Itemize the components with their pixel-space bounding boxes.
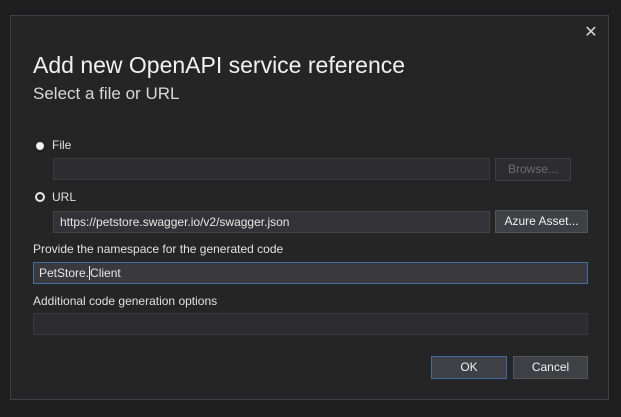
namespace-input[interactable]: PetStore.Client xyxy=(33,262,588,284)
dialog-title: Add new OpenAPI service reference xyxy=(33,52,406,78)
file-radio[interactable] xyxy=(36,142,44,150)
url-input[interactable]: https://petstore.swagger.io/v2/swagger.j… xyxy=(53,211,490,233)
namespace-value-prefix: PetStore. xyxy=(39,266,90,280)
namespace-value-suffix: Client xyxy=(90,266,121,280)
openapi-dialog: ✕ Add new OpenAPI service reference Sele… xyxy=(10,15,609,400)
options-input[interactable] xyxy=(33,313,588,335)
azure-asset-button[interactable]: Azure Asset... xyxy=(495,210,588,233)
url-radio[interactable] xyxy=(35,192,45,202)
ok-button[interactable]: OK xyxy=(431,356,507,379)
dialog-subtitle: Select a file or URL xyxy=(33,84,180,103)
options-label: Additional code generation options xyxy=(33,294,218,308)
close-icon[interactable]: ✕ xyxy=(582,24,600,42)
file-radio-label[interactable]: File xyxy=(52,138,71,152)
file-path-input[interactable] xyxy=(53,158,490,180)
cancel-button[interactable]: Cancel xyxy=(513,356,588,379)
browse-button[interactable]: Browse... xyxy=(495,158,571,181)
url-radio-label[interactable]: URL xyxy=(52,190,76,204)
namespace-label: Provide the namespace for the generated … xyxy=(33,242,284,256)
